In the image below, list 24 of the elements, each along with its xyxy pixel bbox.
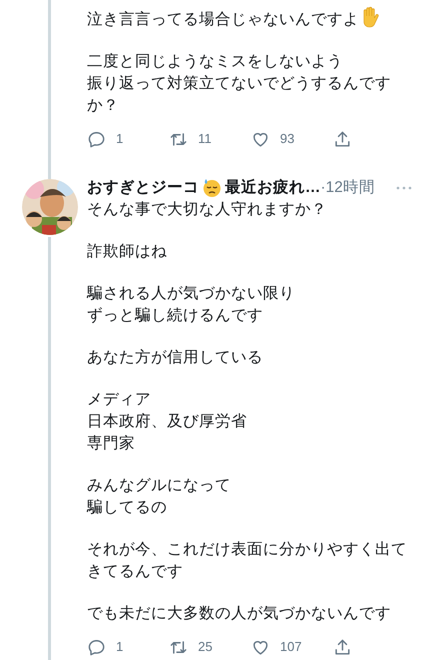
reply-icon[interactable] — [87, 638, 106, 656]
action-count: 93 — [280, 130, 294, 148]
sweat-face-icon — [202, 178, 222, 198]
tweet-paragraph: そんな事で大切な人守れますか？ — [87, 200, 328, 220]
action-count: 107 — [280, 638, 302, 656]
author-status: 最近お疲れ… — [225, 178, 320, 198]
action-count: 11 — [198, 130, 212, 148]
share-icon[interactable] — [333, 638, 352, 656]
tweet-paragraph: メディア 日本政府、及び厚労省 専門家 — [87, 390, 248, 454]
tweet-paragraph: 詐欺師はね — [87, 242, 168, 262]
tweet-time[interactable]: ·12時間 — [320, 176, 375, 200]
reply-icon[interactable] — [87, 130, 106, 148]
tweet-paragraph: あなた方が信用している — [87, 348, 264, 368]
tweet-paragraph: 騙される人が気づかない限り ずっと騙し続けるんです — [87, 284, 296, 326]
tweet-paragraph: 二度と同じようなミスをしないよう 振り返って対策立てないでどうするんです か？ — [87, 52, 392, 116]
action-count: 1 — [116, 638, 124, 656]
tweet-paragraph: それが今、これだけ表面に分かりやすく出て きてるんです — [87, 540, 408, 582]
tweet-paragraph: 泣き言言ってる場合じゃないんですよ — [87, 6, 420, 31]
action-count: 1 — [116, 130, 124, 148]
share-icon[interactable] — [333, 130, 352, 148]
tweet-paragraph: でも未だに大多数の人が気づかないんです — [87, 604, 392, 624]
tweet-paragraph: みんなグルになって 騙してるの — [87, 476, 232, 518]
action-count: 25 — [198, 638, 212, 656]
author-name[interactable]: おすぎとジーコ — [87, 176, 199, 200]
